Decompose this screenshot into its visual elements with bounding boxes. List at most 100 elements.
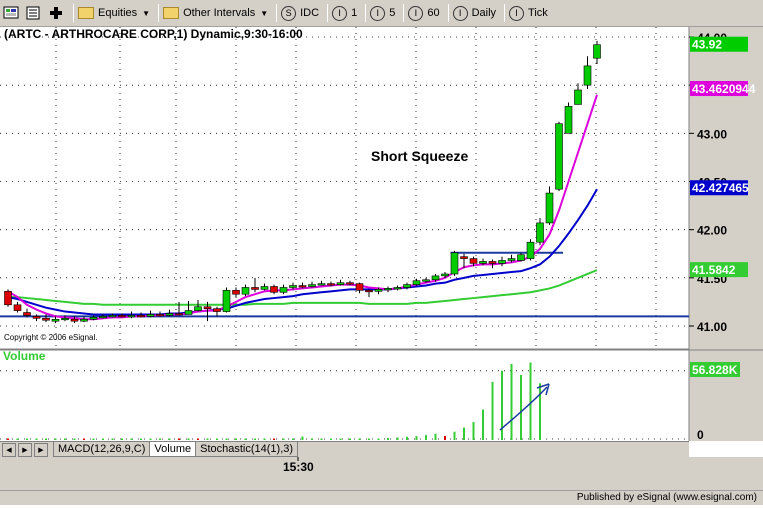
chart-grid-icon[interactable] xyxy=(3,3,21,23)
candle-body xyxy=(127,315,136,318)
page-setup-icon[interactable] xyxy=(25,3,43,23)
tab-macd[interactable]: MACD(12,26,9,C) xyxy=(53,442,151,457)
volume-bar xyxy=(111,438,114,440)
volume-bar xyxy=(197,438,199,440)
candle-body xyxy=(479,261,487,264)
toolbar-separator xyxy=(73,4,74,22)
toolbar-separator xyxy=(327,4,329,22)
candle-body xyxy=(355,283,364,291)
candle-body xyxy=(108,315,117,318)
interval-daily-label: Daily xyxy=(471,7,497,19)
toolbar-separator xyxy=(276,4,278,22)
candle-body xyxy=(393,287,402,290)
volume-tick-label: 0 xyxy=(697,428,704,442)
price-badge-label: 43.4620944 xyxy=(692,82,756,96)
interval-i-icon: I xyxy=(370,5,386,21)
chart-area[interactable]: 44.0043.5043.0042.5042.0041.5041.0043.92… xyxy=(0,27,763,505)
other-intervals-label: Other Intervals xyxy=(183,7,256,19)
candle-body xyxy=(298,285,307,288)
interval-1-button[interactable]: I1 xyxy=(332,3,357,23)
other-intervals-dropdown[interactable]: Other Intervals ▼ xyxy=(163,3,268,23)
candle-body xyxy=(146,314,155,317)
volume-bar xyxy=(168,438,171,440)
candle-body xyxy=(289,285,297,288)
volume-bar xyxy=(16,438,19,440)
price-tick-label: 41.00 xyxy=(697,320,727,334)
candle-body xyxy=(175,313,183,316)
volume-bar xyxy=(102,438,104,440)
volume-bar xyxy=(282,438,285,440)
time-axis: 15:30 xyxy=(0,457,763,490)
volume-bar xyxy=(311,438,313,440)
volume-badge-label: 56.828K xyxy=(692,363,738,377)
volume-bar xyxy=(73,438,76,440)
volume-bar xyxy=(510,363,513,440)
scroll-left-icon[interactable]: ◀ xyxy=(2,442,16,457)
toolbar-separator xyxy=(158,4,160,22)
interval-1-label: 1 xyxy=(351,7,358,19)
candle-body xyxy=(507,258,516,261)
volume-bar xyxy=(491,381,494,440)
volume-bar xyxy=(178,438,180,440)
candle-body xyxy=(118,315,126,318)
volume-bar xyxy=(387,437,389,440)
interval-60-label: 60 xyxy=(427,7,440,19)
interval-60-button[interactable]: I 60 xyxy=(408,3,440,23)
candle-body xyxy=(165,313,174,316)
interval-5-button[interactable]: I5 xyxy=(370,3,395,23)
candle-body xyxy=(346,282,354,285)
candle-body xyxy=(555,123,563,190)
arrow-head xyxy=(536,383,550,396)
chevron-down-icon: ▼ xyxy=(142,8,151,18)
volume-bar xyxy=(45,438,47,440)
candle-body xyxy=(593,44,601,59)
scroll-right-icon[interactable]: ▶ xyxy=(18,442,32,457)
volume-bar xyxy=(349,438,351,440)
volume-bar xyxy=(482,409,484,440)
volume-bar xyxy=(425,435,427,440)
price-badge-label: 43.92 xyxy=(692,38,722,52)
volume-bar xyxy=(92,438,95,440)
interval-daily-button[interactable]: I Daily xyxy=(452,3,497,23)
price-tick-label: 43.00 xyxy=(697,127,727,141)
interval-tick-button[interactable]: I Tick xyxy=(509,3,548,23)
candle-body xyxy=(222,290,231,312)
volume-bar xyxy=(35,438,38,440)
volume-bar xyxy=(149,438,152,440)
candle-body xyxy=(441,273,449,277)
candle-body xyxy=(70,318,79,322)
volume-bar xyxy=(330,438,332,440)
volume-bar xyxy=(292,438,294,440)
candle-body xyxy=(469,258,478,264)
candle-body xyxy=(564,106,573,134)
candle-body xyxy=(80,318,88,322)
candle-body xyxy=(526,241,535,259)
scroll-end-icon[interactable]: ▶ xyxy=(34,442,48,457)
equities-dropdown[interactable]: Equities ▼ xyxy=(78,3,150,23)
interval-i-icon: I xyxy=(509,5,525,21)
tab-stochastic[interactable]: Stochastic(14(1),3) xyxy=(195,442,299,457)
price-chart-svg[interactable]: 44.0043.5043.0042.5042.0041.5041.0043.92… xyxy=(0,27,763,505)
price-badge-label: 41.5842 xyxy=(692,263,736,277)
price-tick-label: 42.00 xyxy=(697,224,727,238)
candle-body xyxy=(517,254,525,261)
idc-button[interactable]: S IDC xyxy=(281,3,319,23)
toolbar-separator xyxy=(403,4,405,22)
candle-body xyxy=(270,286,278,293)
tab-volume[interactable]: Volume xyxy=(149,442,197,457)
candle-body xyxy=(61,317,69,321)
volume-bar xyxy=(121,438,123,440)
add-icon[interactable] xyxy=(47,3,65,23)
candle-body xyxy=(460,256,468,259)
chart-title: (ARTC - ARTHROCARE CORP,1) Dynamic,9:30-… xyxy=(4,27,303,41)
volume-bar xyxy=(263,438,266,440)
footer: Published by eSignal (www.esignal.com) xyxy=(0,490,763,505)
volume-bar xyxy=(368,438,370,440)
equities-label: Equities xyxy=(98,7,138,19)
candle-body xyxy=(184,310,193,315)
time-label: 15:30 xyxy=(283,460,314,474)
candle-body xyxy=(279,287,288,293)
volume-bar xyxy=(225,438,228,440)
volume-bar xyxy=(444,435,446,440)
indicator-tabs: ◀ ▶ ▶ MACD(12,26,9,C) Volume Stochastic(… xyxy=(0,441,689,457)
